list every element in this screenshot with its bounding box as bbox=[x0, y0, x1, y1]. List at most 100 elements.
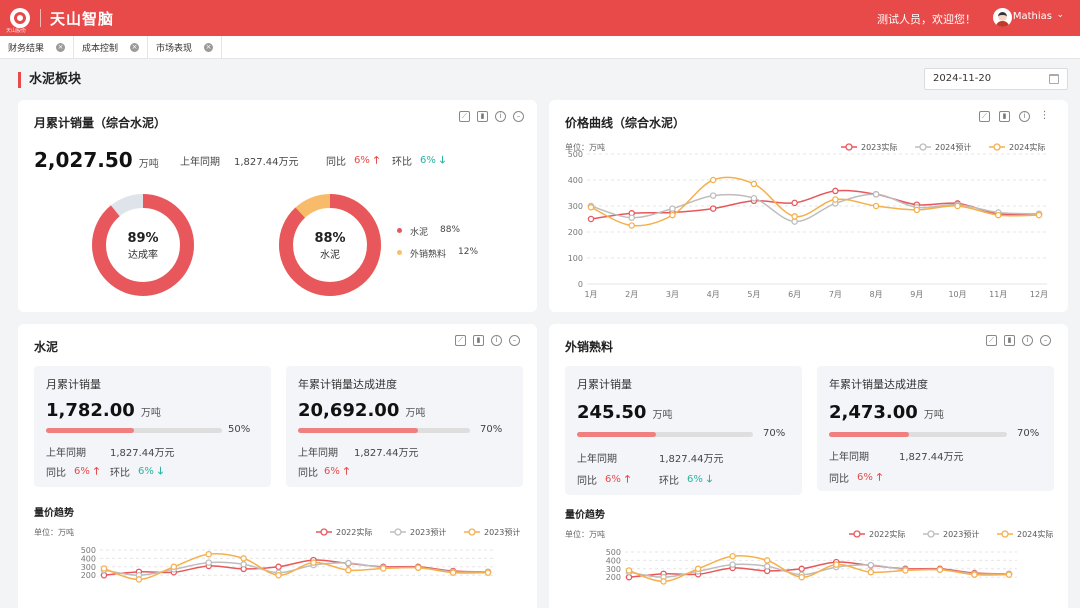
data-point bbox=[100, 565, 108, 572]
legend-marker bbox=[845, 143, 853, 151]
arrow-up-icon: 🡑 bbox=[876, 472, 883, 483]
card-title: 外销熟料 bbox=[565, 340, 614, 354]
data-point bbox=[1005, 571, 1013, 578]
x-tick-label: 11月 bbox=[989, 290, 1007, 299]
progress-fill bbox=[577, 432, 657, 437]
info-icon[interactable]: i bbox=[1022, 335, 1033, 346]
data-point bbox=[902, 567, 909, 574]
data-point bbox=[709, 192, 717, 199]
bar-chart-icon[interactable]: ▮ bbox=[473, 335, 484, 346]
y-tick-label: 400 bbox=[81, 554, 96, 563]
info-icon[interactable]: i bbox=[495, 111, 506, 122]
x-tick-label: 1月 bbox=[584, 290, 597, 299]
company-logo-icon[interactable] bbox=[10, 8, 30, 28]
last-year-label: 上年同期 bbox=[298, 448, 338, 459]
bar-chart-icon[interactable]: ▮ bbox=[1004, 335, 1015, 346]
mom-value: 6% 🡓 bbox=[138, 464, 163, 481]
panel-title: 月累计销量 bbox=[46, 378, 101, 391]
calendar-icon[interactable] bbox=[1049, 74, 1059, 84]
panel-value: 1,782.00 万吨 bbox=[46, 400, 161, 421]
y-tick-label: 0 bbox=[578, 280, 583, 289]
tab-financial-results[interactable]: 财务结果 × bbox=[0, 36, 75, 59]
data-point bbox=[625, 567, 633, 574]
y-tick-label: 200 bbox=[568, 228, 583, 237]
chevron-down-icon[interactable]: ⌄ bbox=[1056, 10, 1064, 20]
more-icon[interactable]: – bbox=[1040, 335, 1051, 346]
data-point bbox=[669, 211, 676, 219]
line-chart-icon[interactable]: ⟋ bbox=[979, 111, 990, 122]
bar-chart-icon[interactable]: ▮ bbox=[999, 111, 1010, 122]
legend-marker bbox=[853, 530, 861, 538]
legend-marker bbox=[919, 143, 927, 151]
series-line bbox=[590, 176, 1040, 227]
legend-label: 2023实际 bbox=[861, 142, 897, 152]
bar-chart-icon[interactable]: ▮ bbox=[477, 111, 488, 122]
data-point bbox=[240, 561, 247, 568]
x-tick-label: 6月 bbox=[788, 290, 801, 299]
progress-fill bbox=[829, 432, 910, 437]
info-icon[interactable]: i bbox=[1019, 111, 1030, 122]
progress-bar bbox=[577, 432, 753, 437]
sales-unit: 万吨 bbox=[138, 159, 159, 170]
data-point bbox=[484, 569, 492, 576]
tab-label: 财务结果 bbox=[8, 44, 45, 54]
legend-marker bbox=[468, 528, 476, 536]
data-point bbox=[867, 568, 875, 576]
progress-percent: 70% bbox=[480, 424, 503, 435]
last-year-value: 1,827.44万元 bbox=[354, 448, 419, 459]
data-point bbox=[729, 561, 736, 568]
legend-value: 88% bbox=[440, 225, 461, 235]
clinker-card: 外销熟料 ⟋ ▮ i – 月累计销量 245.50 万吨 70% 上年同期 1,8… bbox=[549, 324, 1068, 608]
data-point bbox=[660, 578, 667, 585]
date-picker[interactable]: 2024-11-20 bbox=[924, 68, 1068, 90]
tab-cost-control[interactable]: 成本控制 × bbox=[74, 36, 149, 59]
data-point bbox=[345, 566, 352, 574]
more-vertical-icon[interactable]: ⋮ bbox=[1039, 111, 1050, 122]
data-point bbox=[763, 557, 771, 564]
last-year-label: 上年同期 bbox=[180, 157, 220, 168]
line-chart-icon[interactable]: ⟋ bbox=[986, 335, 997, 346]
legend-marker bbox=[394, 528, 402, 536]
progress-percent: 50% bbox=[228, 424, 251, 435]
data-point bbox=[791, 213, 798, 220]
legend-marker bbox=[1001, 530, 1009, 538]
close-icon[interactable]: × bbox=[56, 43, 66, 52]
last-year-value: 1,827.44万元 bbox=[659, 454, 724, 465]
sales-value: 2,027.50 万吨 bbox=[34, 148, 159, 172]
yoy-value: 6% 🡑 bbox=[74, 464, 99, 481]
yoy-label: 同比 bbox=[577, 476, 597, 487]
clinker-trend-chart: 单位：万吨 200300400500 2022实际 2023预计 2024实际 bbox=[565, 529, 1053, 585]
panel-value: 20,692.00 万吨 bbox=[298, 400, 426, 421]
avatar[interactable] bbox=[993, 8, 1012, 27]
monthly-sales-panel: 月累计销量 1,782.00 万吨 50% 上年同期 1,827.44万元 同比 … bbox=[34, 366, 271, 487]
data-point bbox=[791, 218, 798, 225]
user-name[interactable]: Mathias bbox=[1013, 11, 1052, 22]
line-chart-icon[interactable]: ⟋ bbox=[455, 335, 466, 346]
legend-label: 2023预计 bbox=[484, 527, 520, 537]
close-icon[interactable]: × bbox=[204, 43, 214, 52]
close-icon[interactable]: × bbox=[130, 43, 140, 52]
more-icon[interactable]: – bbox=[513, 111, 524, 122]
price-line-chart: 单位：万吨01002003004005001月 2月 3月 4月 5月 6月 7月 8月 9月 1… bbox=[565, 142, 1048, 299]
yearly-progress-panel: 年累计销量达成进度 20,692.00 万吨 70% 上年同期 1,827.44万… bbox=[286, 366, 523, 487]
data-point bbox=[587, 204, 595, 211]
legend-marker bbox=[927, 530, 935, 538]
tab-market-performance[interactable]: 市场表现 × bbox=[148, 36, 223, 59]
info-icon[interactable]: i bbox=[491, 335, 502, 346]
line-chart-icon[interactable]: ⟋ bbox=[459, 111, 470, 122]
data-point bbox=[798, 565, 805, 573]
donut-caption: 达成率 bbox=[128, 248, 158, 261]
legend-name: 外销熟料 bbox=[410, 250, 447, 260]
x-tick-label: 2月 bbox=[625, 290, 638, 299]
more-icon[interactable]: – bbox=[509, 335, 520, 346]
progress-percent: 70% bbox=[763, 428, 786, 439]
y-tick-label: 200 bbox=[81, 571, 96, 580]
x-tick-label: 12月 bbox=[1030, 290, 1048, 299]
data-point bbox=[449, 569, 457, 576]
data-point bbox=[275, 571, 282, 579]
x-tick-label: 8月 bbox=[870, 290, 883, 299]
mom-value: 6% 🡓 bbox=[420, 153, 445, 170]
x-tick-label: 4月 bbox=[707, 290, 720, 299]
data-point bbox=[240, 555, 247, 562]
data-point bbox=[971, 571, 978, 578]
